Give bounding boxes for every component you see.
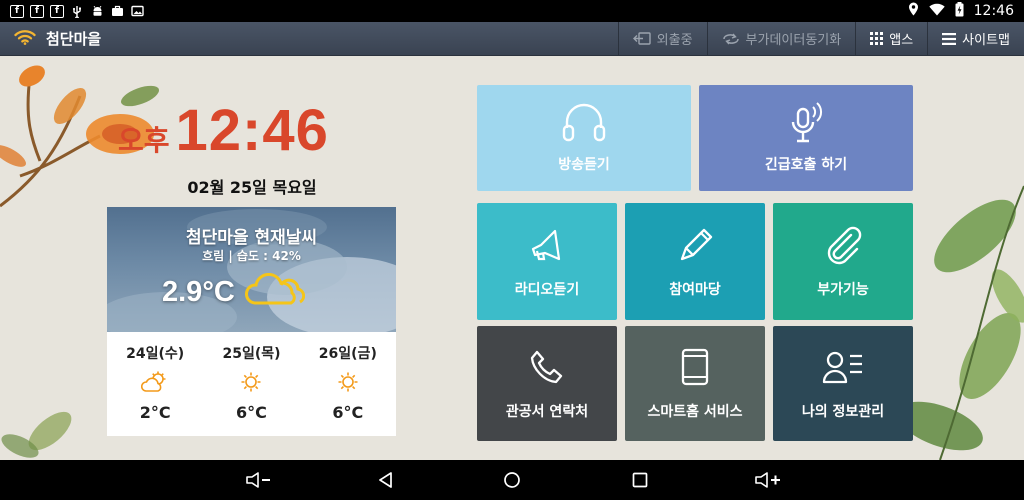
photo-icon <box>130 5 144 18</box>
away-icon <box>632 32 651 45</box>
forecast-date: 24일(수) <box>126 346 185 362</box>
contacts-tile[interactable]: 관공서 연락처 <box>477 326 617 441</box>
sync-icon <box>722 33 740 45</box>
volume-down-icon[interactable] <box>245 470 273 490</box>
broadcast-label: 방송듣기 <box>558 157 610 173</box>
emergency-call-label: 긴급호출 하기 <box>764 157 848 173</box>
notification-icons: f f f <box>0 4 144 18</box>
headphones-icon <box>559 102 609 142</box>
current-temperature: 2.9°C <box>162 275 235 308</box>
sync-label: 부가데이터동기화 <box>745 33 842 48</box>
wifi-signal-icon <box>14 29 36 49</box>
weather-condition: 흐림 | 습도 : 42% <box>202 249 301 263</box>
smarthome-tile[interactable]: 스마트홈 서비스 <box>625 326 765 441</box>
broadcast-tile[interactable]: 방송듣기 <box>477 85 691 191</box>
sunny-icon <box>239 371 263 393</box>
sunny-icon <box>336 371 360 393</box>
current-weather: 첨단마을 현재날씨 흐림 | 습도 : 42% 2.9°C <box>107 207 396 332</box>
participation-label: 참여마당 <box>669 281 721 298</box>
contacts-label: 관공서 연락처 <box>505 403 589 420</box>
menu-icon <box>942 32 957 45</box>
clock-time: 12:46 <box>175 98 329 163</box>
app-title: 첨단마을 <box>46 30 102 48</box>
sitemap-label: 사이트맵 <box>962 33 1010 48</box>
apps-button[interactable]: 앱스 <box>855 22 927 55</box>
sitemap-button[interactable]: 사이트맵 <box>927 22 1024 55</box>
android-icon <box>90 5 104 18</box>
user-list-icon <box>822 347 864 387</box>
app-header: 첨단마을 외출중 부가데이터동기화 앱스 사이트맵 <box>0 22 1024 56</box>
forecast-date: 26일(금) <box>318 346 377 362</box>
radio-tile[interactable]: 라디오듣기 <box>477 203 617 320</box>
forecast-day: 26일(금) 6°C <box>300 332 396 436</box>
microphone-icon <box>784 102 828 143</box>
battery-charging-icon <box>955 1 964 21</box>
forecast-day: 25일(목) 6°C <box>203 332 299 436</box>
extra-features-label: 부가기능 <box>817 281 869 298</box>
status-bar: f f f 12:46 <box>0 0 1024 22</box>
weather-card[interactable]: 첨단마을 현재날씨 흐림 | 습도 : 42% 2.9°C 24일(수) 2°C… <box>107 207 396 436</box>
date-display: 02월 25일 목요일 <box>187 178 317 197</box>
partly-cloudy-icon <box>141 371 169 393</box>
home-screen: 오후 12:46 02월 25일 목요일 첨단마을 현재날씨 흐림 | 습도 :… <box>0 56 1024 460</box>
sync-data-button[interactable]: 부가데이터동기화 <box>706 22 856 55</box>
phone-icon <box>527 347 567 387</box>
tablet-icon <box>679 347 711 387</box>
usb-icon <box>70 5 84 18</box>
app-brand: 첨단마을 <box>0 28 101 49</box>
my-info-label: 나의 정보관리 <box>801 403 885 420</box>
radio-label: 라디오듣기 <box>514 281 580 298</box>
forecast-temp: 2°C <box>139 403 171 422</box>
facebook-icon: f <box>50 4 64 18</box>
weather-title: 첨단마을 현재날씨 <box>185 228 318 248</box>
facebook-icon: f <box>30 4 44 18</box>
cloudy-icon <box>241 272 305 311</box>
system-nav-bar <box>0 460 1024 500</box>
forecast-temp: 6°C <box>236 403 267 422</box>
recents-icon[interactable] <box>628 470 652 490</box>
away-button[interactable]: 외출중 <box>617 22 707 55</box>
my-info-tile[interactable]: 나의 정보관리 <box>773 326 913 441</box>
clock-ampm: 오후 <box>118 124 170 157</box>
briefcase-icon <box>110 5 124 18</box>
location-icon <box>908 2 919 20</box>
grid-icon <box>870 32 884 45</box>
participation-tile[interactable]: 참여마당 <box>625 203 765 320</box>
leaf-decoration-left <box>1 411 72 458</box>
apps-label: 앱스 <box>889 33 914 48</box>
forecast-day: 24일(수) 2°C <box>107 332 203 436</box>
volume-up-icon[interactable] <box>754 470 784 490</box>
forecast-list: 24일(수) 2°C 25일(목) 6°C 26일(금) 6°C <box>107 332 396 436</box>
clock-display: 오후 12:46 <box>118 102 388 160</box>
home-icon[interactable] <box>500 470 524 490</box>
forecast-date: 25일(목) <box>222 346 281 362</box>
facebook-icon: f <box>10 4 24 18</box>
smarthome-label: 스마트홈 서비스 <box>647 403 743 420</box>
emergency-call-tile[interactable]: 긴급호출 하기 <box>699 85 913 191</box>
away-label: 외출중 <box>656 33 693 48</box>
wifi-icon <box>928 3 945 20</box>
pencil-icon <box>674 225 716 265</box>
speaker-icon <box>525 225 569 265</box>
status-clock: 12:46 <box>973 3 1014 19</box>
forecast-temp: 6°C <box>332 403 364 422</box>
extra-features-tile[interactable]: 부가기능 <box>773 203 913 320</box>
paperclip-icon <box>821 225 865 265</box>
back-icon[interactable] <box>374 470 398 490</box>
